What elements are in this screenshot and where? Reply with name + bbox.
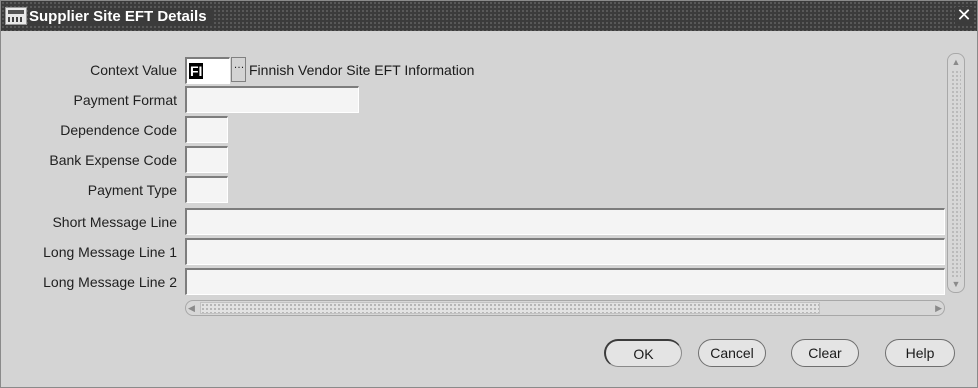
dependence-code-field[interactable]	[185, 116, 228, 143]
vertical-scroll-thumb[interactable]	[951, 70, 961, 278]
bank-expense-code-label: Bank Expense Code	[49, 152, 177, 168]
payment-type-label: Payment Type	[87, 182, 177, 198]
context-value-text: FI	[189, 63, 204, 79]
long-message-line-2-field[interactable]	[185, 268, 945, 295]
long-message-line-1-label: Long Message Line 1	[43, 244, 177, 260]
close-icon[interactable]: ✕	[955, 6, 973, 25]
context-value-field[interactable]: FI	[185, 57, 230, 84]
context-description: Finnish Vendor Site EFT Information	[249, 62, 475, 78]
clear-button[interactable]: Clear	[791, 339, 859, 367]
short-message-line-field[interactable]	[185, 208, 945, 235]
context-value-label: Context Value	[90, 62, 177, 78]
ok-button[interactable]: OK	[604, 339, 682, 367]
vertical-scrollbar[interactable]: ▲ ▼	[947, 53, 965, 293]
app-icon	[5, 7, 27, 25]
horizontal-scroll-thumb[interactable]	[200, 302, 820, 314]
payment-format-field[interactable]	[185, 86, 359, 113]
window-title: Supplier Site EFT Details	[29, 8, 213, 26]
scroll-up-icon[interactable]: ▲	[949, 55, 963, 69]
long-message-line-2-label: Long Message Line 2	[43, 274, 177, 290]
horizontal-scrollbar[interactable]: ◀ ▶	[185, 300, 945, 316]
scroll-left-icon[interactable]: ◀	[188, 302, 198, 314]
supplier-site-eft-window: Supplier Site EFT Details ✕ Context Valu…	[0, 0, 978, 388]
dependence-code-label: Dependence Code	[60, 122, 177, 138]
cancel-button[interactable]: Cancel	[698, 339, 766, 367]
long-message-line-1-field[interactable]	[185, 238, 945, 265]
list-of-values-button[interactable]: …	[231, 57, 246, 82]
short-message-line-label: Short Message Line	[52, 214, 177, 230]
bank-expense-code-field[interactable]	[185, 146, 228, 173]
payment-format-label: Payment Format	[73, 92, 177, 108]
title-bar[interactable]: Supplier Site EFT Details ✕	[1, 1, 977, 31]
scroll-right-icon[interactable]: ▶	[932, 302, 942, 314]
scroll-down-icon[interactable]: ▼	[949, 277, 963, 291]
payment-type-field[interactable]	[185, 176, 228, 203]
help-button[interactable]: Help	[885, 339, 955, 367]
